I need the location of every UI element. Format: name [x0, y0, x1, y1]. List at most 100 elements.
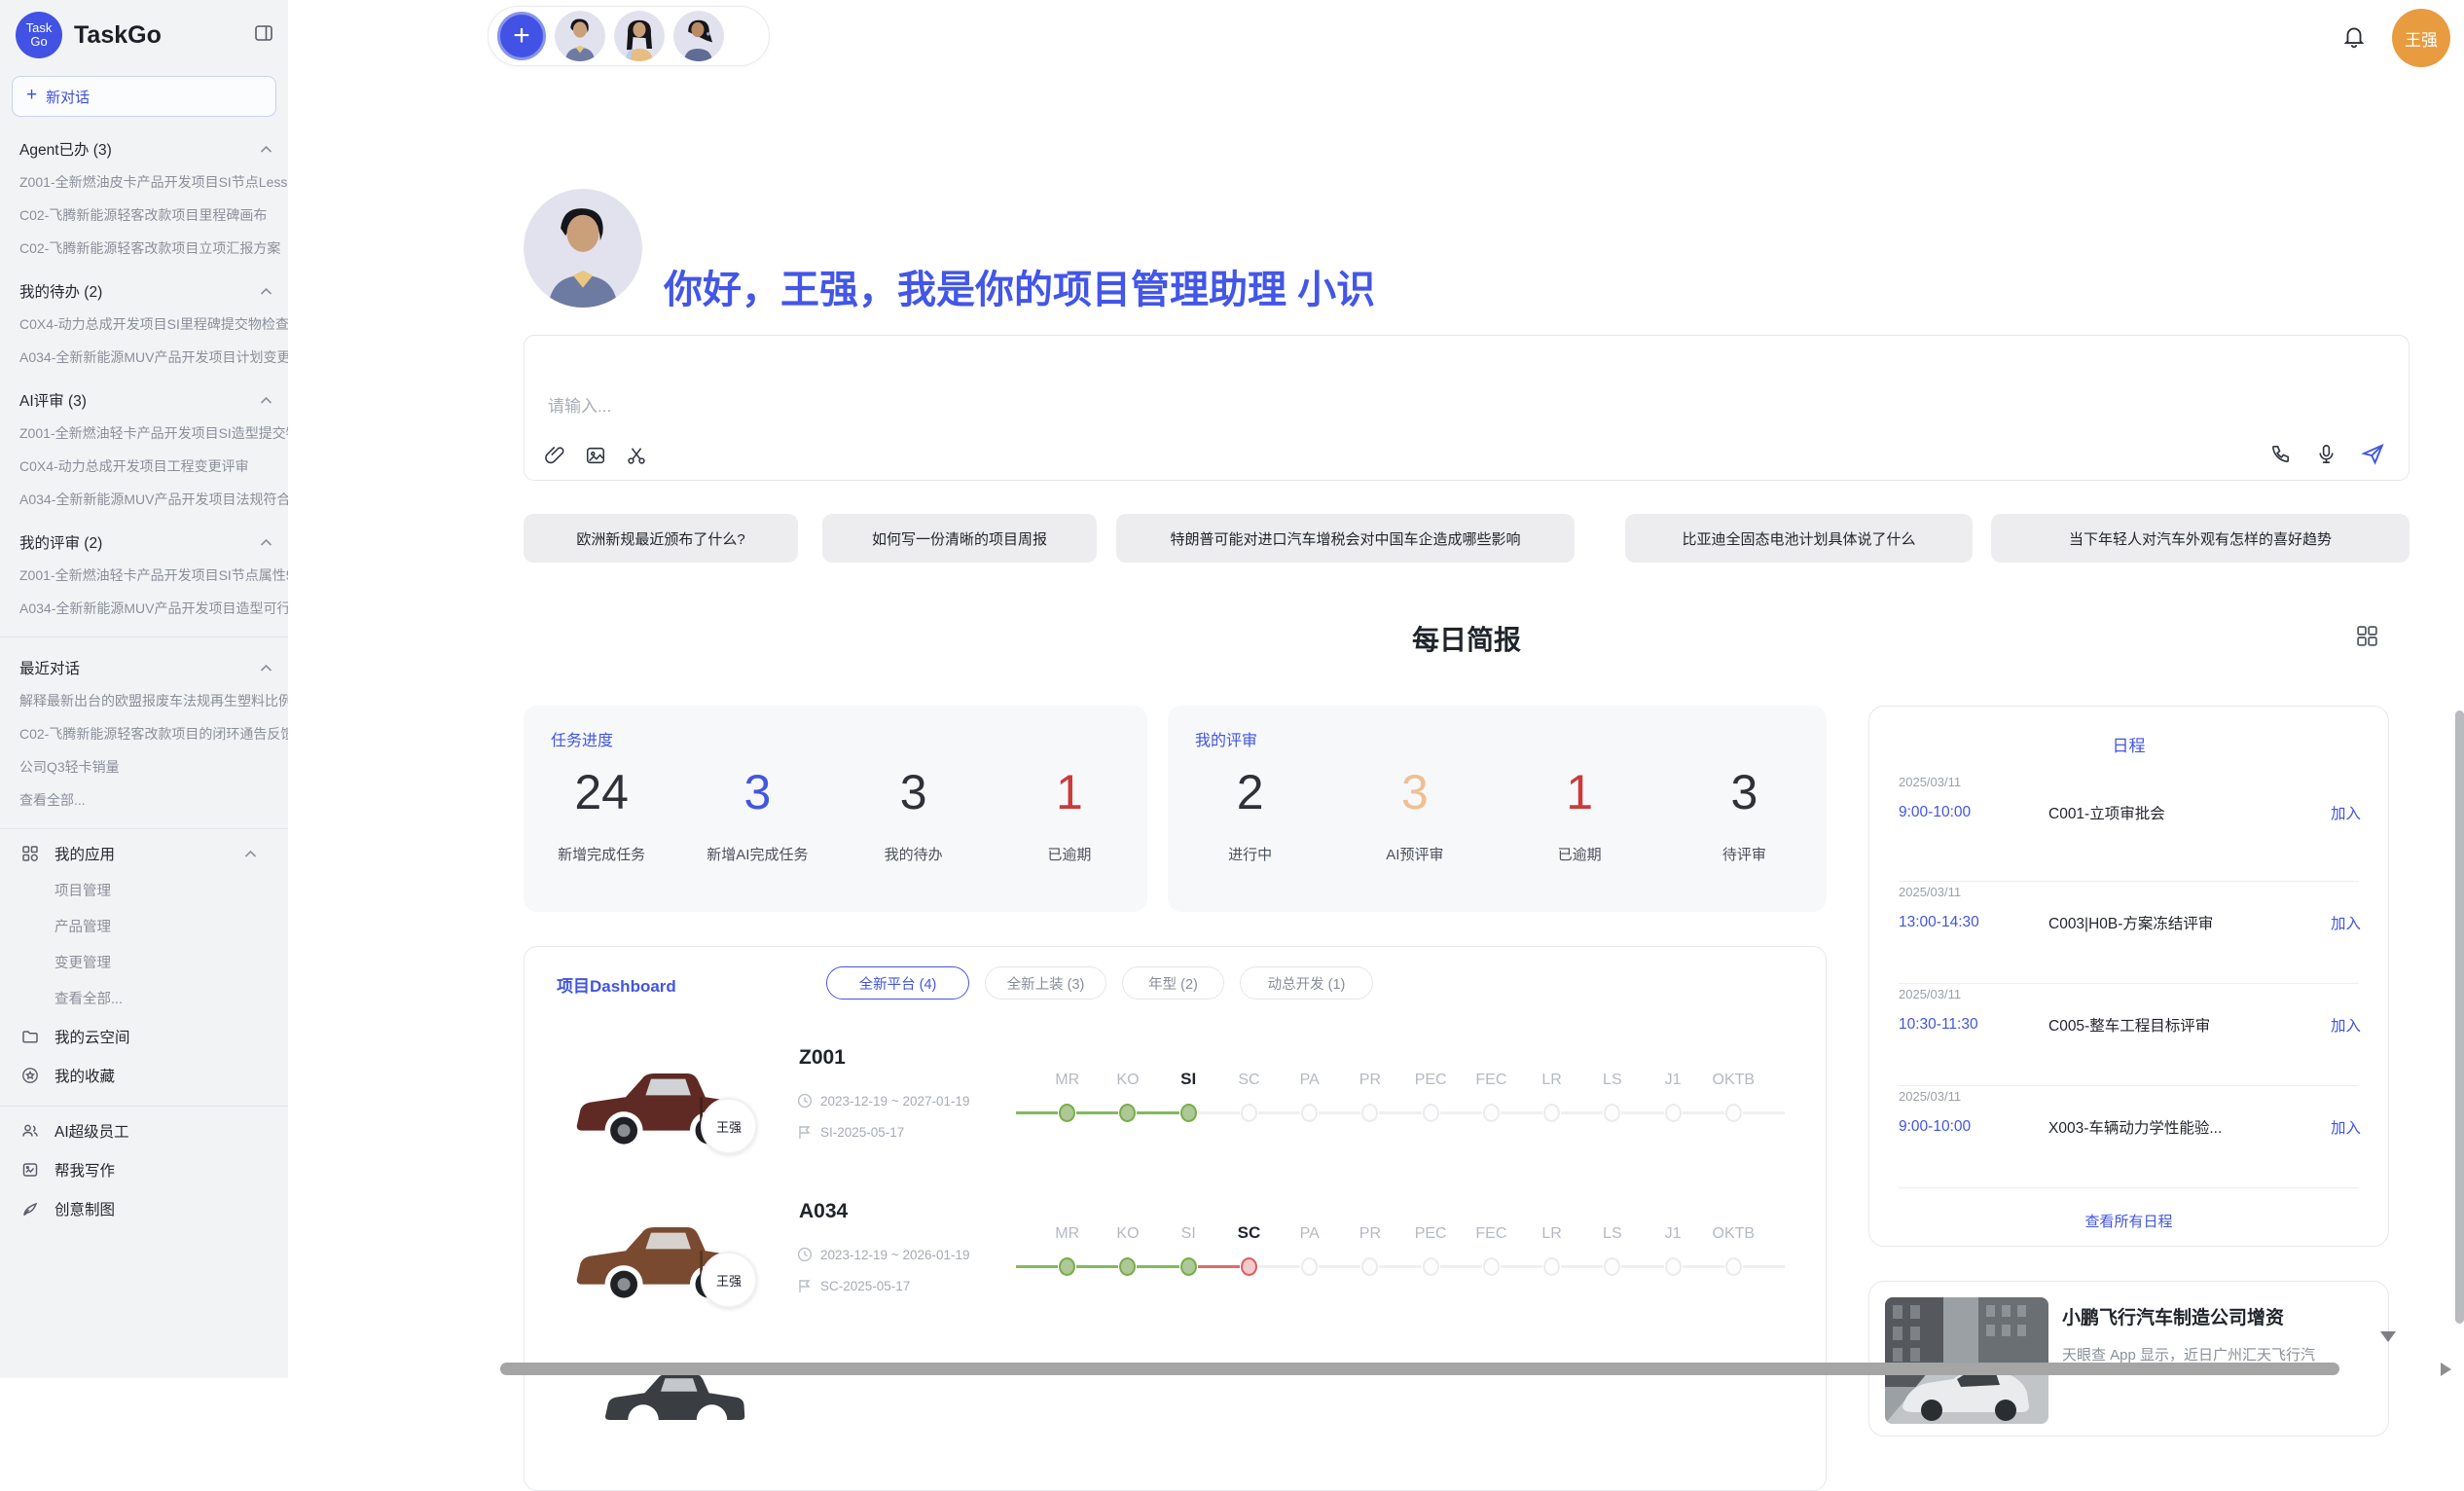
chevron-up-icon	[260, 287, 272, 296]
sidebar-item[interactable]: C02-飞腾新能源轻客改款项目立项汇报方案	[0, 232, 288, 265]
suggestion-chip[interactable]: 如何写一份清晰的项目周报	[822, 514, 1097, 563]
section-title: 我的待办 (2)	[19, 280, 260, 302]
view-all-schedule-link[interactable]: 查看所有日程	[1869, 1211, 2388, 1231]
milestone-node-OKTB: OKTB	[1724, 1064, 1743, 1122]
sidebar-item[interactable]: Z001-全新燃油皮卡产品开发项目SI节点Lesson Learn报告	[0, 165, 288, 199]
app-link-view-all[interactable]: 查看全部...	[0, 980, 288, 1016]
chat-input[interactable]	[546, 396, 1426, 418]
tab-model-year[interactable]: 年型 (2)	[1122, 966, 1224, 1000]
sidebar-item-cloud-space[interactable]: 我的云空间	[0, 1016, 288, 1055]
user-avatar[interactable]: 王强	[2392, 9, 2450, 67]
layout-grid-icon[interactable]	[2355, 624, 2379, 653]
app-link-product-mgmt[interactable]: 产品管理	[0, 908, 288, 944]
sidebar-item-my-apps[interactable]: 我的应用	[0, 833, 288, 872]
section-header-recent-chats[interactable]: 最近对话	[0, 641, 288, 684]
horizontal-scrollbar-thumb[interactable]	[500, 1363, 2339, 1375]
stat-overdue: 1已逾期	[992, 768, 1147, 864]
milestone-track: MRKOSISCPAPRPECFECLRLSJ1OKTB	[1016, 1064, 1785, 1122]
milestone-node-PR: PR	[1360, 1064, 1379, 1122]
join-link[interactable]: 加入	[2331, 912, 2361, 933]
sidebar-item[interactable]: Z001-全新燃油轻卡产品开发项目SI造型提交物评审	[0, 417, 288, 450]
app-link-project-mgmt[interactable]: 项目管理	[0, 872, 288, 908]
section-header-my-todo[interactable]: 我的待办 (2)	[0, 265, 288, 308]
project-name[interactable]: A034	[799, 1200, 848, 1223]
scroll-right-arrow[interactable]	[2441, 1363, 2451, 1376]
recent-chat-item[interactable]: 公司Q3轻卡销量	[0, 750, 288, 783]
recent-chat-item[interactable]: 解释最新出台的欧盟报废车法规再生塑料比例被调至15%...	[0, 684, 288, 717]
sidebar-collapse-icon[interactable]	[253, 22, 274, 49]
new-chat-label: 新对话	[46, 87, 90, 107]
sidebar-item[interactable]: Z001-全新燃油轻卡产品开发项目SI节点属性5D文件评审	[0, 559, 288, 592]
sidebar-item-creative-draw[interactable]: 创意制图	[0, 1188, 288, 1227]
flag-icon	[797, 1278, 813, 1293]
milestone-node-MR: MR	[1058, 1064, 1076, 1122]
folder-icon	[21, 1028, 39, 1045]
schedule-item: 2025/03/11 10:30-11:30 C005-整车工程目标评审 加入	[1899, 987, 2361, 1080]
sidebar-item-favorites[interactable]: 我的收藏	[0, 1055, 288, 1094]
event-date: 2025/03/11	[1899, 987, 2361, 1001]
sidebar-item[interactable]: C0X4-动力总成开发项目SI里程碑提交物检查	[0, 308, 288, 341]
sidebar-item[interactable]: A034-全新新能源MUV产品开发项目计划变更表编写	[0, 341, 288, 374]
join-link[interactable]: 加入	[2331, 1116, 2361, 1138]
tab-new-body[interactable]: 全新上装 (3)	[985, 966, 1106, 1000]
avatar[interactable]	[555, 11, 605, 61]
sidebar-item-help-write[interactable]: 帮我写作	[0, 1149, 288, 1188]
attachment-icon[interactable]	[544, 445, 565, 466]
join-link[interactable]: 加入	[2331, 802, 2361, 823]
milestone-node-LR: LR	[1542, 1218, 1561, 1276]
section-title: AI评审 (3)	[19, 389, 260, 411]
new-chat-button[interactable]: + 新对话	[12, 76, 276, 117]
sidebar-item[interactable]: A034-全新新能源MUV产品开发项目法规符合性评审	[0, 483, 288, 516]
project-owner-badge[interactable]: 王强	[701, 1252, 757, 1308]
notification-bell-icon[interactable]	[2341, 23, 2367, 54]
join-link[interactable]: 加入	[2331, 1014, 2361, 1036]
send-icon[interactable]	[2361, 442, 2385, 466]
project-flag-row: SC-2025-05-17	[797, 1278, 910, 1293]
milestone-node-MR: MR	[1058, 1218, 1076, 1276]
vertical-scrollbar-thumb[interactable]	[2455, 710, 2464, 1324]
cloud-space-label: 我的云空间	[54, 1026, 272, 1047]
suggestion-chip[interactable]: 特朗普可能对进口汽车增税会对中国车企造成哪些影响	[1116, 514, 1575, 563]
news-card[interactable]: 小鹏飞行汽车制造公司增资 天眼查 App 显示，近日广州汇天飞行汽	[1868, 1281, 2389, 1436]
card-title: 我的评审	[1195, 727, 1257, 750]
schedule-item: 2025/03/11 13:00-14:30 C003|H0B-方案冻结评审 加…	[1899, 885, 2361, 978]
recent-chat-item[interactable]: C02-飞腾新能源轻客改款项目的闭环通告反馈情况	[0, 717, 288, 750]
microphone-icon[interactable]	[2315, 443, 2337, 465]
sidebar-item[interactable]: A034-全新新能源MUV产品开发项目造型可行性评审	[0, 592, 288, 625]
stat-in-progress: 2进行中	[1168, 768, 1332, 864]
clock-icon	[797, 1093, 813, 1109]
project-dates: 2023-12-19 ~ 2027-01-19	[820, 1094, 970, 1109]
add-member-button[interactable]: +	[497, 12, 546, 60]
project-flag-row: SI-2025-05-17	[797, 1124, 904, 1140]
avatar[interactable]	[673, 11, 724, 61]
project-dashboard-card: 项目Dashboard 全新平台 (4) 全新上装 (3) 年型 (2) 动总开…	[524, 946, 1827, 1491]
section-header-ai-review[interactable]: AI评审 (3)	[0, 374, 288, 417]
plus-icon: +	[26, 85, 37, 106]
sidebar-item[interactable]: C0X4-动力总成开发项目工程变更评审	[0, 450, 288, 483]
sidebar-item-ai-super-staff[interactable]: AI超级员工	[0, 1110, 288, 1149]
phone-icon[interactable]	[2269, 443, 2292, 465]
section-header-my-review[interactable]: 我的评审 (2)	[0, 516, 288, 559]
scroll-down-arrow[interactable]	[2380, 1331, 2396, 1342]
tab-powertrain[interactable]: 动总开发 (1)	[1240, 966, 1373, 1000]
logo-text-top: Task	[26, 21, 53, 35]
sidebar: Task Go TaskGo + 新对话 Agent已办 (3) Z001-全新…	[0, 0, 288, 1378]
tab-new-platform[interactable]: 全新平台 (4)	[826, 966, 969, 1000]
app-link-change-mgmt[interactable]: 变更管理	[0, 944, 288, 980]
project-name[interactable]: Z001	[799, 1046, 846, 1070]
recent-view-all[interactable]: 查看全部...	[0, 783, 288, 817]
scissors-icon[interactable]	[626, 445, 647, 466]
news-title: 小鹏飞行汽车制造公司增资	[2062, 1303, 2284, 1329]
image-icon[interactable]	[585, 445, 606, 466]
suggestion-chip[interactable]: 比亚迪全固态电池计划具体说了什么	[1625, 514, 1973, 563]
suggestion-chip[interactable]: 欧洲新规最近颁布了什么?	[524, 514, 798, 563]
clock-icon	[797, 1247, 813, 1262]
avatar[interactable]	[614, 11, 665, 61]
project-owner-badge[interactable]: 王强	[701, 1098, 757, 1154]
section-header-agent-done[interactable]: Agent已办 (3)	[0, 123, 288, 165]
sidebar-item[interactable]: C02-飞腾新能源轻客改款项目里程碑画布	[0, 199, 288, 232]
suggestion-chip[interactable]: 当下年轻人对汽车外观有怎样的喜好趋势	[1991, 514, 2410, 563]
project-dates-row: 2023-12-19 ~ 2026-01-19	[797, 1247, 970, 1262]
event-title: C003|H0B-方案冻结评审	[2048, 912, 2331, 933]
chevron-up-icon	[260, 145, 272, 154]
